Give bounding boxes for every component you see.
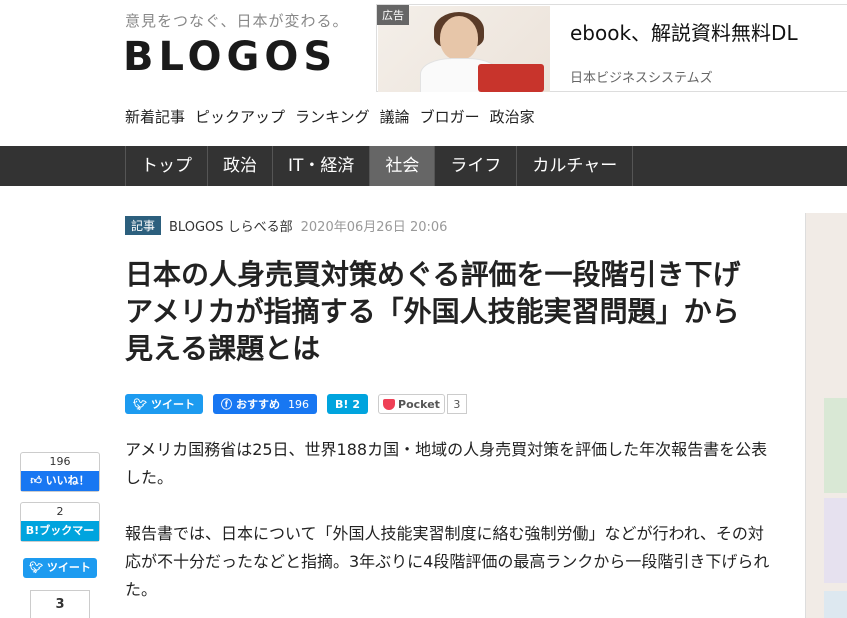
side-facebook-count: 196 — [49, 455, 71, 468]
nav-tab-life[interactable]: ライフ — [434, 146, 516, 186]
hatena-bookmark-button[interactable]: B! 2 — [326, 394, 369, 414]
nav-tab-top[interactable]: トップ — [125, 146, 207, 186]
share-buttons: 🐦︎ ツイート ⓕ おすすめ 196 B! 2 Pocket 3 — [125, 394, 467, 414]
side-tweet-button[interactable]: 🐦︎ ツイート — [23, 558, 97, 578]
subnav-new-articles[interactable]: 新着記事 — [125, 106, 185, 127]
subnav-ranking[interactable]: ランキング — [295, 106, 370, 127]
article-body: アメリカ国務省は25日、世界188カ国・地域の人身売買対策を評価した年次報告書を… — [125, 436, 775, 618]
facebook-icon: ⓕ — [220, 398, 232, 411]
subnav-discussion[interactable]: 議論 — [380, 106, 410, 127]
side-hatena-button[interactable]: B!ブックマーク — [21, 521, 99, 557]
article-paragraph: 報告書では、日本について「外国人技能実習制度に絡む強制労働」などが行われ、その対… — [125, 524, 770, 599]
subnav-bloggers[interactable]: ブロガー — [420, 106, 480, 127]
article-date: 2020年06月26日 20:06 — [300, 220, 448, 235]
pocket-button[interactable]: Pocket — [378, 394, 445, 414]
article-author[interactable]: BLOGOS しらべる部 — [169, 216, 293, 235]
nav-tab-culture[interactable]: カルチャー — [516, 146, 634, 186]
article-title: 日本の人身売買対策めぐる評価を一段階引き下げ アメリカが指摘する「外国人技能実習… — [125, 258, 741, 365]
article-paragraph: アメリカ国務省は25日、世界188カ国・地域の人身売買対策を評価した年次報告書を… — [125, 440, 768, 487]
ad-banner[interactable]: 広告 ebook、解説資料無料DL 日本ビジネスシステムズ — [376, 4, 847, 92]
twitter-bird-icon: 🐦︎ — [133, 397, 147, 411]
facebook-count: 196 — [287, 397, 309, 411]
site-tagline: 意見をつなぐ、日本が変わる。 — [125, 12, 349, 30]
right-sidebar-ad[interactable] — [805, 213, 847, 618]
tweet-button[interactable]: 🐦︎ ツイート — [125, 394, 203, 414]
ad-title[interactable]: ebook、解説資料無料DL — [570, 17, 798, 46]
side-facebook-like[interactable]: 196 👍︎ いいね！ — [20, 452, 100, 492]
main-navigation: トップ 政治 IT・経済 社会 ライフ カルチャー — [0, 146, 847, 186]
floating-share-bar: 196 👍︎ いいね！ 2 B!ブックマーク 🐦︎ ツイート 3 — [20, 452, 100, 618]
subnav-politicians[interactable]: 政治家 — [490, 106, 535, 127]
facebook-recommend-button[interactable]: ⓕ おすすめ 196 — [212, 394, 317, 414]
side-facebook-like-button[interactable]: 👍︎ いいね！ — [21, 471, 99, 491]
side-hatena-bookmark[interactable]: 2 B!ブックマーク — [20, 502, 100, 557]
pocket-icon — [383, 398, 396, 410]
nav-tab-politics[interactable]: 政治 — [207, 146, 272, 186]
twitter-bird-icon: 🐦︎ — [29, 561, 44, 574]
sub-navigation: 新着記事 ピックアップ ランキング 議論 ブロガー 政治家 — [125, 106, 535, 127]
nav-tab-society[interactable]: 社会 — [369, 146, 435, 186]
site-logo[interactable]: BLOGOS — [123, 34, 337, 80]
subnav-pickup[interactable]: ピックアップ — [195, 106, 285, 127]
hatena-count: 2 — [352, 397, 361, 411]
thumbs-up-icon: 👍︎ — [30, 474, 42, 487]
ad-sponsor: 日本ビジネスシステムズ — [570, 71, 713, 86]
ad-badge: 広告 — [377, 5, 409, 25]
pocket-count: 3 — [446, 394, 467, 414]
nav-tab-it-economy[interactable]: IT・経済 — [272, 146, 369, 186]
side-pocket-count[interactable]: 3 — [30, 590, 90, 618]
article-meta: 記事 BLOGOS しらべる部 2020年06月26日 20:06 — [125, 216, 447, 235]
article-type-badge: 記事 — [125, 216, 162, 235]
side-hatena-count: 2 — [56, 505, 64, 518]
